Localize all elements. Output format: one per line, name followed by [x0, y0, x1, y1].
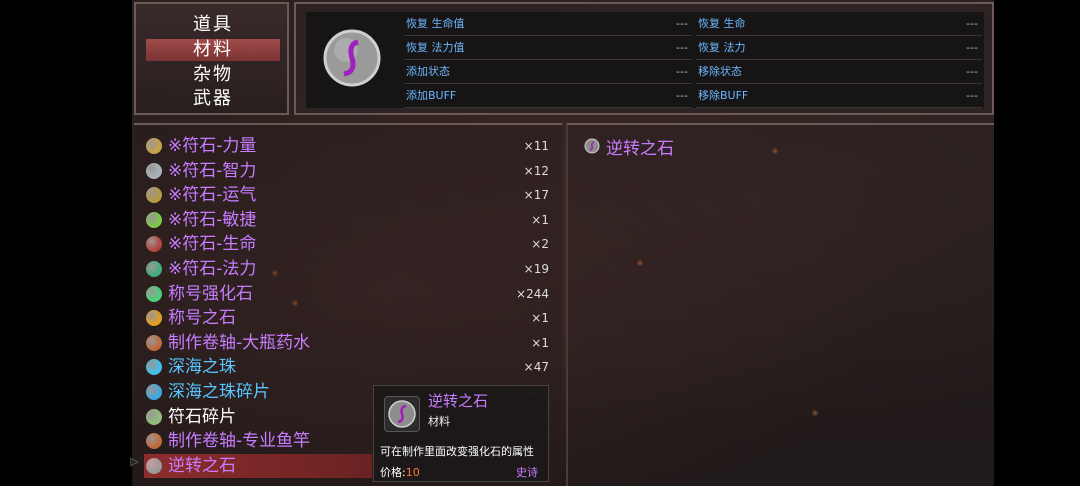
stat-label: 移除状态	[698, 65, 742, 78]
item-icon	[146, 138, 162, 154]
item-icon	[146, 211, 162, 228]
item-count: ×1	[531, 311, 549, 326]
item-name: 深海之珠	[168, 357, 236, 378]
stat-restore-mp: 恢复 法力值 ---	[404, 36, 692, 60]
stat-value: ---	[676, 41, 688, 54]
stat-remove-status: 移除状态 ---	[696, 60, 982, 84]
category-tab-items[interactable]: 道具	[146, 14, 280, 36]
tooltip-item-type: 材料	[428, 415, 450, 428]
item-name: ※符石-运气	[168, 185, 257, 206]
list-item[interactable]: ※符石-法力 ×19	[144, 257, 549, 281]
item-icon	[146, 187, 162, 204]
stat-label: 恢复 法力值	[406, 41, 465, 54]
tooltip-item-name: 逆转之石	[428, 392, 489, 410]
item-count: ×244	[516, 286, 549, 301]
list-item[interactable]: ※符石-智力 ×12	[144, 159, 549, 183]
stat-restore-hp: 恢复 生命值 ---	[404, 12, 692, 36]
list-item[interactable]: 深海之珠 ×47	[144, 355, 549, 379]
item-count: ×19	[523, 262, 549, 276]
stat-value: ---	[966, 65, 978, 78]
item-name: 逆转之石	[168, 455, 236, 476]
stat-value: ---	[966, 89, 978, 102]
list-item[interactable]: ※符石-力量 ×11	[144, 134, 549, 158]
item-icon	[146, 334, 162, 351]
stat-value: ---	[676, 89, 688, 102]
item-icon	[146, 236, 162, 253]
tooltip-rarity: 史诗	[516, 466, 538, 479]
item-icon	[146, 310, 162, 327]
stat-label: 恢复 法力	[698, 41, 746, 54]
item-name: 深海之珠碎片	[168, 382, 270, 402]
item-icon	[146, 384, 162, 400]
list-item-selected[interactable]: 逆转之石	[144, 453, 372, 478]
item-stats-box: 恢复 生命值 --- 恢复 法力值 --- 添加状态 --- 添加BUFF --…	[306, 12, 984, 108]
item-count: ×12	[523, 163, 549, 178]
item-name: 制作卷轴-大瓶药水	[168, 332, 311, 353]
item-icon	[146, 285, 162, 302]
item-name: ※符石-敏捷	[168, 209, 257, 230]
item-count: ×1	[531, 335, 549, 350]
list-item[interactable]: 称号强化石 ×244	[144, 282, 549, 306]
item-icon	[146, 261, 162, 277]
stat-label: 添加状态	[406, 65, 450, 78]
list-item[interactable]: ※符石-敏捷 ×1	[144, 208, 549, 232]
stat-label: 添加BUFF	[406, 89, 457, 102]
stat-value: ---	[676, 65, 688, 78]
stat-value: ---	[966, 41, 978, 54]
reversal-stone-icon	[323, 29, 381, 87]
stat-remove-buff: 移除BUFF ---	[696, 84, 982, 108]
item-name: 制作卷轴-专业鱼竿	[168, 431, 311, 452]
item-name: ※符石-智力	[168, 160, 257, 181]
item-icon	[146, 162, 162, 179]
stat-label: 恢复 生命	[698, 17, 746, 30]
item-count: ×17	[523, 188, 549, 203]
list-item[interactable]: ※符石-运气 ×17	[144, 183, 549, 207]
item-tooltip: 逆转之石 材料 可在制作里面改变强化石的属性 价格:10 史诗	[373, 385, 549, 482]
reversal-stone-icon	[584, 138, 600, 154]
stat-value: ---	[676, 17, 688, 30]
stat-label: 移除BUFF	[698, 89, 749, 102]
list-item[interactable]: 称号之石 ×1	[144, 306, 549, 330]
stat-add-buff: 添加BUFF ---	[404, 84, 692, 108]
stat-restore-mana: 恢复 法力 ---	[696, 36, 982, 60]
item-icon	[146, 433, 162, 450]
item-name: 称号之石	[168, 308, 236, 329]
tooltip-price: 价格:10	[380, 464, 420, 480]
category-tab-materials[interactable]: 材料	[146, 39, 280, 61]
reversal-stone-icon	[388, 400, 416, 428]
item-count: ×11	[523, 139, 549, 153]
stat-label: 恢复 生命值	[406, 17, 465, 30]
tooltip-description: 可在制作里面改变强化石的属性	[380, 445, 534, 458]
item-detail-panel	[566, 123, 994, 486]
price-label: 价格:	[380, 466, 406, 479]
item-icon	[146, 457, 162, 474]
item-name: ※符石-法力	[168, 259, 257, 279]
detail-item-name: 逆转之石	[606, 139, 674, 159]
category-tab-misc[interactable]: 杂物	[146, 64, 280, 86]
selection-cursor-icon	[130, 457, 140, 467]
price-value: 10	[405, 466, 420, 479]
stat-value: ---	[966, 17, 978, 30]
item-icon	[146, 408, 162, 425]
list-item[interactable]: 制作卷轴-大瓶药水 ×1	[144, 331, 549, 355]
item-name: 称号强化石	[168, 283, 253, 304]
item-count: ×2	[531, 237, 549, 252]
item-count: ×1	[531, 212, 549, 227]
item-icon	[146, 359, 162, 376]
item-name: ※符石-生命	[168, 234, 257, 255]
item-name: ※符石-力量	[168, 136, 257, 156]
item-count: ×47	[523, 360, 549, 375]
category-tab-weapons[interactable]: 武器	[146, 88, 280, 110]
stat-restore-life: 恢复 生命 ---	[696, 12, 982, 36]
item-name: 符石碎片	[168, 406, 236, 427]
category-panel: 道具 材料 杂物 武器	[134, 2, 289, 115]
tooltip-icon-frame	[384, 396, 420, 432]
stat-add-status: 添加状态 ---	[404, 60, 692, 84]
list-item[interactable]: ※符石-生命 ×2	[144, 232, 549, 256]
